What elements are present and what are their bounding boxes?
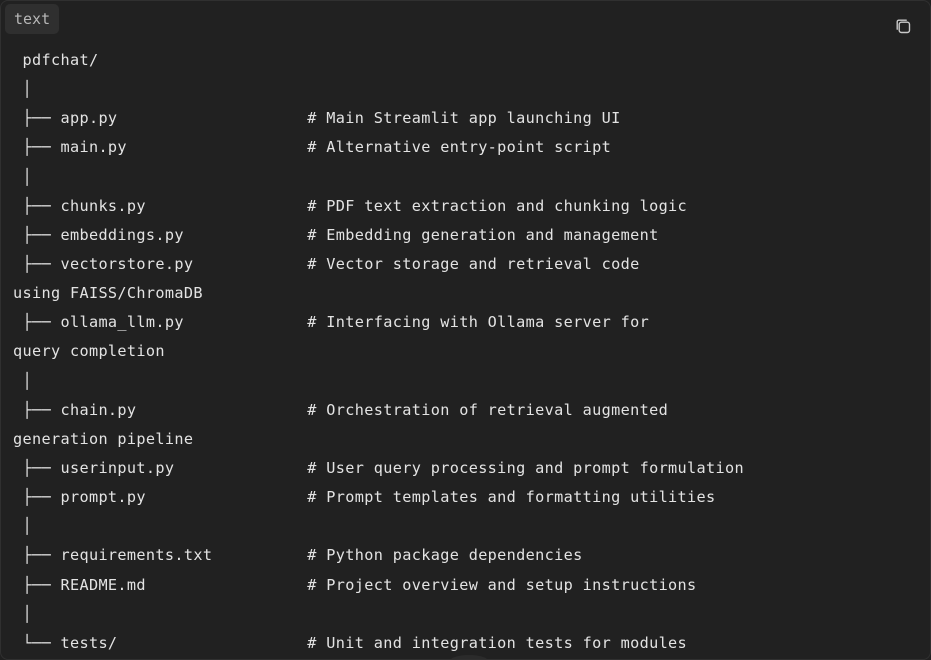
code-line: ├── requirements.txt # Python package de… [13, 546, 583, 565]
code-line: ├── README.md # Project overview and set… [13, 575, 697, 594]
code-line: │ [13, 167, 32, 186]
copy-button[interactable] [894, 17, 912, 35]
code-line: generation pipeline [13, 429, 194, 448]
code-line: ├── userinput.py # User query processing… [13, 458, 745, 477]
code-line: using FAISS/ChromaDB [13, 284, 203, 303]
code-line: │ [13, 604, 32, 623]
code-line: ├── prompt.py # Prompt templates and for… [13, 488, 716, 507]
code-line: pdfchat/ [13, 51, 99, 69]
code-line: ├── app.py # Main Streamlit app launchin… [13, 109, 621, 128]
code-line: │ [13, 371, 32, 390]
language-label: text [5, 4, 60, 34]
code-line: ├── vectorstore.py # Vector storage and … [13, 254, 640, 273]
code-line: └── tests/ # Unit and integration tests … [13, 633, 688, 652]
code-line: ├── ollama_llm.py # Interfacing with Oll… [13, 313, 650, 332]
code-line: ├── chunks.py # PDF text extraction and … [13, 196, 688, 215]
code-line: │ [13, 80, 32, 99]
code-block: text pdfchat/ │ ├── app.py # Main Stream… [0, 0, 931, 660]
copy-icon [896, 19, 911, 34]
code-content: pdfchat/ │ ├── app.py # Main Streamlit a… [13, 46, 910, 658]
code-line: │ [13, 517, 32, 536]
code-line: ├── embeddings.py # Embedding generation… [13, 225, 659, 244]
code-line: ├── main.py # Alternative entry-point sc… [13, 138, 612, 157]
code-line: ├── chain.py # Orchestration of retrieva… [13, 400, 669, 419]
code-line: query completion [13, 342, 165, 361]
